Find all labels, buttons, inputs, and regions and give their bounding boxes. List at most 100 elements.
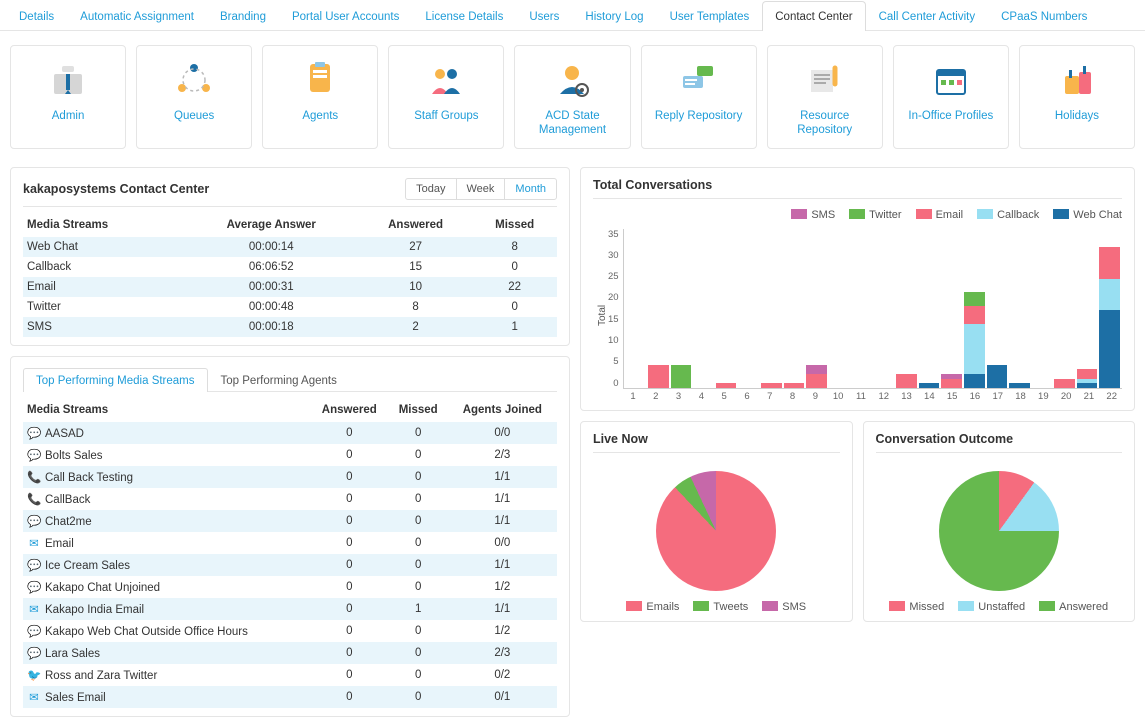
dashboard-tiles: Admin Queues AgentsStaff GroupsACD State M… <box>0 31 1145 167</box>
table-row[interactable]: 💬Ice Cream Sales 0 0 1/1 <box>23 554 557 576</box>
tile-in-office-profiles[interactable]: In-Office Profiles <box>893 45 1009 149</box>
range-today[interactable]: Today <box>406 179 455 199</box>
bar-y-ticks: 05101520253035 <box>608 229 623 389</box>
tile-holidays[interactable]: Holidays <box>1019 45 1135 149</box>
cell-answered: 0 <box>310 422 389 444</box>
cell-missed: 0 <box>389 444 448 466</box>
tab-cpaas-numbers[interactable]: CPaaS Numbers <box>988 1 1100 31</box>
range-month[interactable]: Month <box>504 179 556 199</box>
cell-answered: 0 <box>310 664 389 686</box>
cell-avg: 00:00:18 <box>184 317 359 337</box>
cell-agents: 2/3 <box>448 642 557 664</box>
cell-stream-name: 💬AASAD <box>23 422 310 444</box>
cell-missed: 0 <box>389 620 448 642</box>
cell-agents: 1/1 <box>448 598 557 620</box>
x-tick: 22 <box>1101 391 1122 402</box>
table-row[interactable]: 📞Call Back Testing 0 0 1/1 <box>23 466 557 488</box>
cell-avg: 00:00:48 <box>184 297 359 317</box>
top-performing-subtabs: Top Performing Media StreamsTop Performi… <box>23 367 557 392</box>
bar-col <box>626 229 647 388</box>
tile-queues[interactable]: Queues <box>136 45 252 149</box>
bar-segment <box>1099 310 1120 387</box>
table-row[interactable]: 🐦Ross and Zara Twitter 0 0 0/2 <box>23 664 557 686</box>
bar-segment <box>784 383 805 388</box>
bar-col <box>716 229 737 388</box>
bar-segment <box>964 374 985 388</box>
chat-icon: 💬 <box>27 646 41 660</box>
table-row[interactable]: 📞CallBack 0 0 1/1 <box>23 488 557 510</box>
top-performing-table: Media StreamsAnsweredMissedAgents Joined… <box>23 398 557 708</box>
tile-admin[interactable]: Admin <box>10 45 126 149</box>
x-tick: 7 <box>759 391 780 402</box>
cell-stream-name: 💬Ice Cream Sales <box>23 554 310 576</box>
table-row[interactable]: 💬Bolts Sales 0 0 2/3 <box>23 444 557 466</box>
admin-icon <box>19 58 117 102</box>
cell-missed: 0 <box>389 466 448 488</box>
x-tick: 19 <box>1033 391 1054 402</box>
tab-history-log[interactable]: History Log <box>572 1 656 31</box>
subtab-top-performing-agents[interactable]: Top Performing Agents <box>208 368 350 392</box>
x-tick: 15 <box>942 391 963 402</box>
tile-label: Queues <box>145 110 243 124</box>
table-row[interactable]: 💬Lara Sales 0 0 2/3 <box>23 642 557 664</box>
tab-license-details[interactable]: License Details <box>412 1 516 31</box>
table-row[interactable]: 💬Kakapo Web Chat Outside Office Hours 0 … <box>23 620 557 642</box>
table-row[interactable]: 💬Kakapo Chat Unjoined 0 0 1/2 <box>23 576 557 598</box>
top-performing-card: Top Performing Media StreamsTop Performi… <box>10 356 570 717</box>
tab-user-templates[interactable]: User Templates <box>657 1 763 31</box>
conversation-outcome-pie <box>939 471 1059 591</box>
table-row[interactable]: ✉Sales Email 0 0 0/1 <box>23 686 557 708</box>
conversation-outcome-legend: Missed Unstaffed Answered <box>876 597 1123 613</box>
bar-segment <box>1054 379 1075 388</box>
legend-sms: SMS <box>791 209 835 221</box>
range-week[interactable]: Week <box>456 179 505 199</box>
tab-automatic-assignment[interactable]: Automatic Assignment <box>67 1 207 31</box>
bar-segment <box>1009 383 1030 388</box>
bar-col <box>671 229 692 388</box>
cell-missed: 1 <box>472 317 557 337</box>
mail-icon: ✉ <box>27 536 41 550</box>
tile-acd-state[interactable]: ACD State Management <box>514 45 630 149</box>
cell-stream-name: ✉Sales Email <box>23 686 310 708</box>
tab-portal-user-accounts[interactable]: Portal User Accounts <box>279 1 412 31</box>
twitter-icon: 🐦 <box>27 668 41 682</box>
tile-agents[interactable]: Agents <box>262 45 378 149</box>
cell-answered: 8 <box>359 297 472 317</box>
tab-branding[interactable]: Branding <box>207 1 279 31</box>
tab-users[interactable]: Users <box>516 1 572 31</box>
tile-reply-repository[interactable]: Reply Repository <box>641 45 757 149</box>
table-row: SMS 00:00:18 2 1 <box>23 317 557 337</box>
x-tick: 11 <box>851 391 872 402</box>
bar-segment <box>1077 369 1098 378</box>
cell-avg: 00:00:14 <box>184 237 359 257</box>
cell-missed: 0 <box>389 532 448 554</box>
table-row[interactable]: ✉Kakapo India Email 0 1 1/1 <box>23 598 557 620</box>
table-row[interactable]: ✉Email 0 0 0/0 <box>23 532 557 554</box>
x-tick: 5 <box>714 391 735 402</box>
bar-segment <box>1077 383 1098 388</box>
cell-missed: 0 <box>389 554 448 576</box>
cell-missed: 0 <box>389 642 448 664</box>
tab-contact-center[interactable]: Contact Center <box>762 1 865 31</box>
table-row[interactable]: 💬Chat2me 0 0 1/1 <box>23 510 557 532</box>
table-row[interactable]: 💬AASAD 0 0 0/0 <box>23 422 557 444</box>
agents-icon <box>271 58 369 102</box>
subtab-top-performing-media-streams[interactable]: Top Performing Media Streams <box>23 368 208 392</box>
y-tick: 35 <box>608 229 619 240</box>
x-tick: 4 <box>691 391 712 402</box>
bar-segment <box>964 292 985 306</box>
y-tick: 5 <box>608 356 619 367</box>
legend-email: Email <box>916 209 964 221</box>
tab-call-center-activity[interactable]: Call Center Activity <box>866 1 989 31</box>
tab-details[interactable]: Details <box>6 1 67 31</box>
bar-col <box>1009 229 1030 388</box>
x-tick: 8 <box>782 391 803 402</box>
chat-icon: 💬 <box>27 426 41 440</box>
cell-agents: 1/2 <box>448 576 557 598</box>
tile-staff-groups[interactable]: Staff Groups <box>388 45 504 149</box>
y-tick: 10 <box>608 335 619 346</box>
x-tick: 20 <box>1056 391 1077 402</box>
bar-segment <box>806 374 827 388</box>
tile-resource-repository[interactable]: Resource Repository <box>767 45 883 149</box>
media-streams-table: Media StreamsAverage AnswerAnsweredMisse… <box>23 213 557 337</box>
